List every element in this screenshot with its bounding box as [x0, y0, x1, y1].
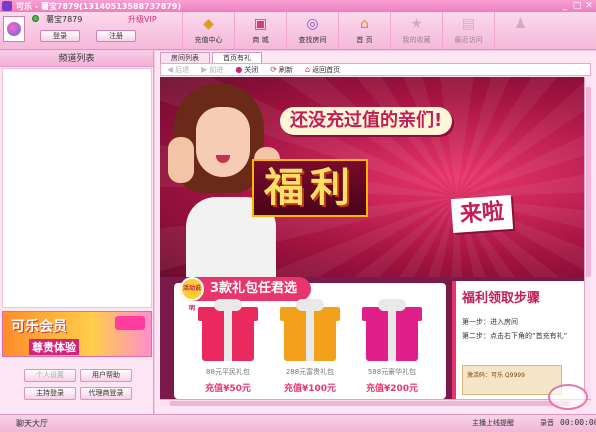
member-banner[interactable]: 可乐会员 尊贵体验 [2, 311, 152, 357]
forward-button[interactable]: ▶ 前进 [201, 65, 223, 75]
gift-label: 588元豪华礼包 [367, 368, 417, 376]
gift-package-88[interactable]: 88元平民礼包 充值¥50元 [190, 299, 266, 399]
tool-label: 查找房间 [298, 36, 327, 44]
activity-badge[interactable]: 活动说明 [180, 277, 204, 312]
channel-sidebar: 频道列表 可乐会员 尊贵体验 个人设置 用户帮助 主持登录 代理商登录 [0, 51, 154, 414]
web-content[interactable]: 还没充过值的亲们! 福利 来啦 3款礼包任君选 活动说明 88元平民礼包 充值¥… [160, 77, 584, 399]
step-one: 第一步：进入房间 [462, 318, 518, 326]
host-online-reminder[interactable]: 主播上线提醒 [472, 418, 514, 428]
forward-label: 前进 [209, 65, 224, 74]
tab-room-list[interactable]: 房间列表 [160, 52, 210, 63]
example-screenshot: 激活码：可乐 Q9999 [462, 365, 562, 395]
gift-label: 288元富贵礼包 [285, 368, 335, 376]
gift-label: 88元平民礼包 [206, 368, 250, 376]
scrollbar-thumb[interactable] [170, 401, 570, 406]
refresh-button[interactable]: ⟳ 刷新 [270, 65, 293, 75]
claim-steps-panel: 福利领取步骤 第一步：进入房间 第二步：点击右下角的“首充有礼” 激活码：可乐 … [452, 281, 584, 399]
user-help-button[interactable]: 用户帮助 [80, 369, 132, 382]
record-mode[interactable]: 录音 [540, 418, 554, 428]
close-icon: ● [235, 65, 243, 74]
window-title: 可乐 - 薯宝7879(13140513588737879) [16, 1, 182, 11]
tool-label: 我的收藏 [402, 36, 431, 44]
main-panel: 房间列表 首页有礼 ◀ 后退 ▶ 前进 ● 关闭 ⟳ 刷新 ⌂ 返回首页 还没充过值的亲们… [155, 51, 596, 414]
main-toolbar: ◆ 充值中心 ▣ 商 城 ◎ 查找房间 ⌂ 首 页 ★ 我的收藏 ▤ 最近访问 … [182, 12, 546, 50]
register-button[interactable]: 注册 [96, 30, 136, 42]
step-two: 第二步：点击右下角的“首充有礼” [462, 332, 568, 340]
refresh-icon: ⟳ [270, 65, 277, 74]
home-icon: ⌂ [305, 65, 311, 74]
shop-icon: ▣ [253, 16, 268, 32]
favorites-button[interactable]: ★ 我的收藏 [390, 12, 442, 50]
back-label: 后退 [175, 65, 190, 74]
close-window-button[interactable]: ✕ [584, 0, 594, 12]
home-icon: ⌂ [360, 16, 369, 32]
gift-package-288[interactable]: 288元富贵礼包 充值¥100元 [272, 299, 348, 399]
forward-arrow-icon: ▶ [201, 65, 208, 74]
close-page-button[interactable]: ● 关闭 [235, 65, 258, 75]
browser-nav-bar: ◀ 后退 ▶ 前进 ● 关闭 ⟳ 刷新 ⌂ 返回首页 [160, 63, 591, 76]
return-home-label: 返回首页 [312, 65, 341, 74]
tab-home-gift[interactable]: 首页有礼 [212, 52, 262, 63]
online-status-icon[interactable] [32, 15, 39, 22]
gift-package-588[interactable]: 588元豪华礼包 充值¥200元 [354, 299, 430, 399]
session-clock: 00:00:00 [560, 418, 596, 427]
gift-price: 充值¥50元 [205, 384, 251, 394]
title-bar: 可乐 - 薯宝7879(13140513588737879) _ □ ✕ [0, 0, 596, 12]
promo-welfare-title: 福利 [252, 159, 368, 217]
banner-badge-icon [115, 316, 145, 330]
refresh-label: 刷新 [279, 65, 293, 74]
app-logo-icon [2, 1, 12, 11]
minimize-button[interactable]: _ [560, 0, 570, 12]
tool-label: 最近访问 [454, 36, 483, 44]
claim-steps-title: 福利领取步骤 [462, 291, 541, 306]
promo-coming-title: 来啦 [450, 194, 514, 234]
status-bar: 聊天大厅 主播上线提醒 录音 00:00:00 [0, 414, 596, 432]
window-controls: _ □ ✕ [560, 0, 594, 12]
shop-button[interactable]: ▣ 商 城 [234, 12, 286, 50]
app-logo-icon [7, 22, 21, 36]
gift-price: 充值¥100元 [283, 384, 337, 394]
return-home-button[interactable]: ⌂ 返回首页 [305, 65, 340, 75]
channel-list[interactable] [2, 68, 152, 308]
user-icon: ♟ [514, 16, 527, 32]
tool-label: 充值中心 [194, 36, 223, 44]
magnifier-icon: ◎ [306, 16, 319, 32]
gift-price: 充值¥200元 [365, 384, 419, 394]
user-button[interactable]: ♟ [494, 12, 546, 50]
chat-hall-label[interactable]: 聊天大厅 [16, 418, 48, 429]
tool-label: 首 页 [356, 36, 373, 44]
close-label: 关闭 [244, 65, 259, 74]
upgrade-vip-link[interactable]: 升级VIP [128, 14, 157, 25]
watermark-logo [548, 384, 588, 410]
maximize-button[interactable]: □ [572, 0, 582, 12]
scrollbar-thumb[interactable] [586, 87, 591, 277]
banner-subtitle: 尊贵体验 [29, 339, 79, 355]
coin-icon: ◆ [203, 16, 214, 32]
history-icon: ▤ [461, 16, 476, 32]
login-button[interactable]: 登录 [40, 30, 80, 42]
vertical-scrollbar[interactable] [584, 77, 591, 399]
star-icon: ★ [410, 16, 423, 32]
user-nickname: 薯宝7879 [46, 15, 83, 24]
agent-login-button[interactable]: 代理商登录 [80, 387, 132, 400]
find-room-button[interactable]: ◎ 查找房间 [286, 12, 338, 50]
back-arrow-icon: ◀ [167, 65, 174, 74]
tool-label: 商 城 [252, 36, 269, 44]
avatar[interactable] [3, 16, 25, 42]
top-bar: 薯宝7879 升级VIP 登录 注册 ◆ 充值中心 ▣ 商 城 ◎ 查找房间 ⌂… [0, 12, 596, 50]
banner-title: 可乐会员 [11, 319, 67, 335]
promo-headline: 还没充过值的亲们! [280, 107, 453, 135]
example-screenshot-text: 激活码：可乐 Q9999 [467, 372, 525, 379]
tab-bar: 房间列表 首页有礼 [160, 52, 262, 63]
back-button[interactable]: ◀ 后退 [167, 65, 189, 75]
channel-list-title: 频道列表 [0, 51, 153, 67]
personal-settings-button[interactable]: 个人设置 [24, 369, 76, 382]
horizontal-scrollbar[interactable] [160, 399, 591, 406]
host-login-button[interactable]: 主持登录 [24, 387, 76, 400]
home-button[interactable]: ⌂ 首 页 [338, 12, 390, 50]
promo-hero: 还没充过值的亲们! 福利 来啦 [160, 77, 584, 277]
recent-visits-button[interactable]: ▤ 最近访问 [442, 12, 494, 50]
recharge-center-button[interactable]: ◆ 充值中心 [182, 12, 234, 50]
